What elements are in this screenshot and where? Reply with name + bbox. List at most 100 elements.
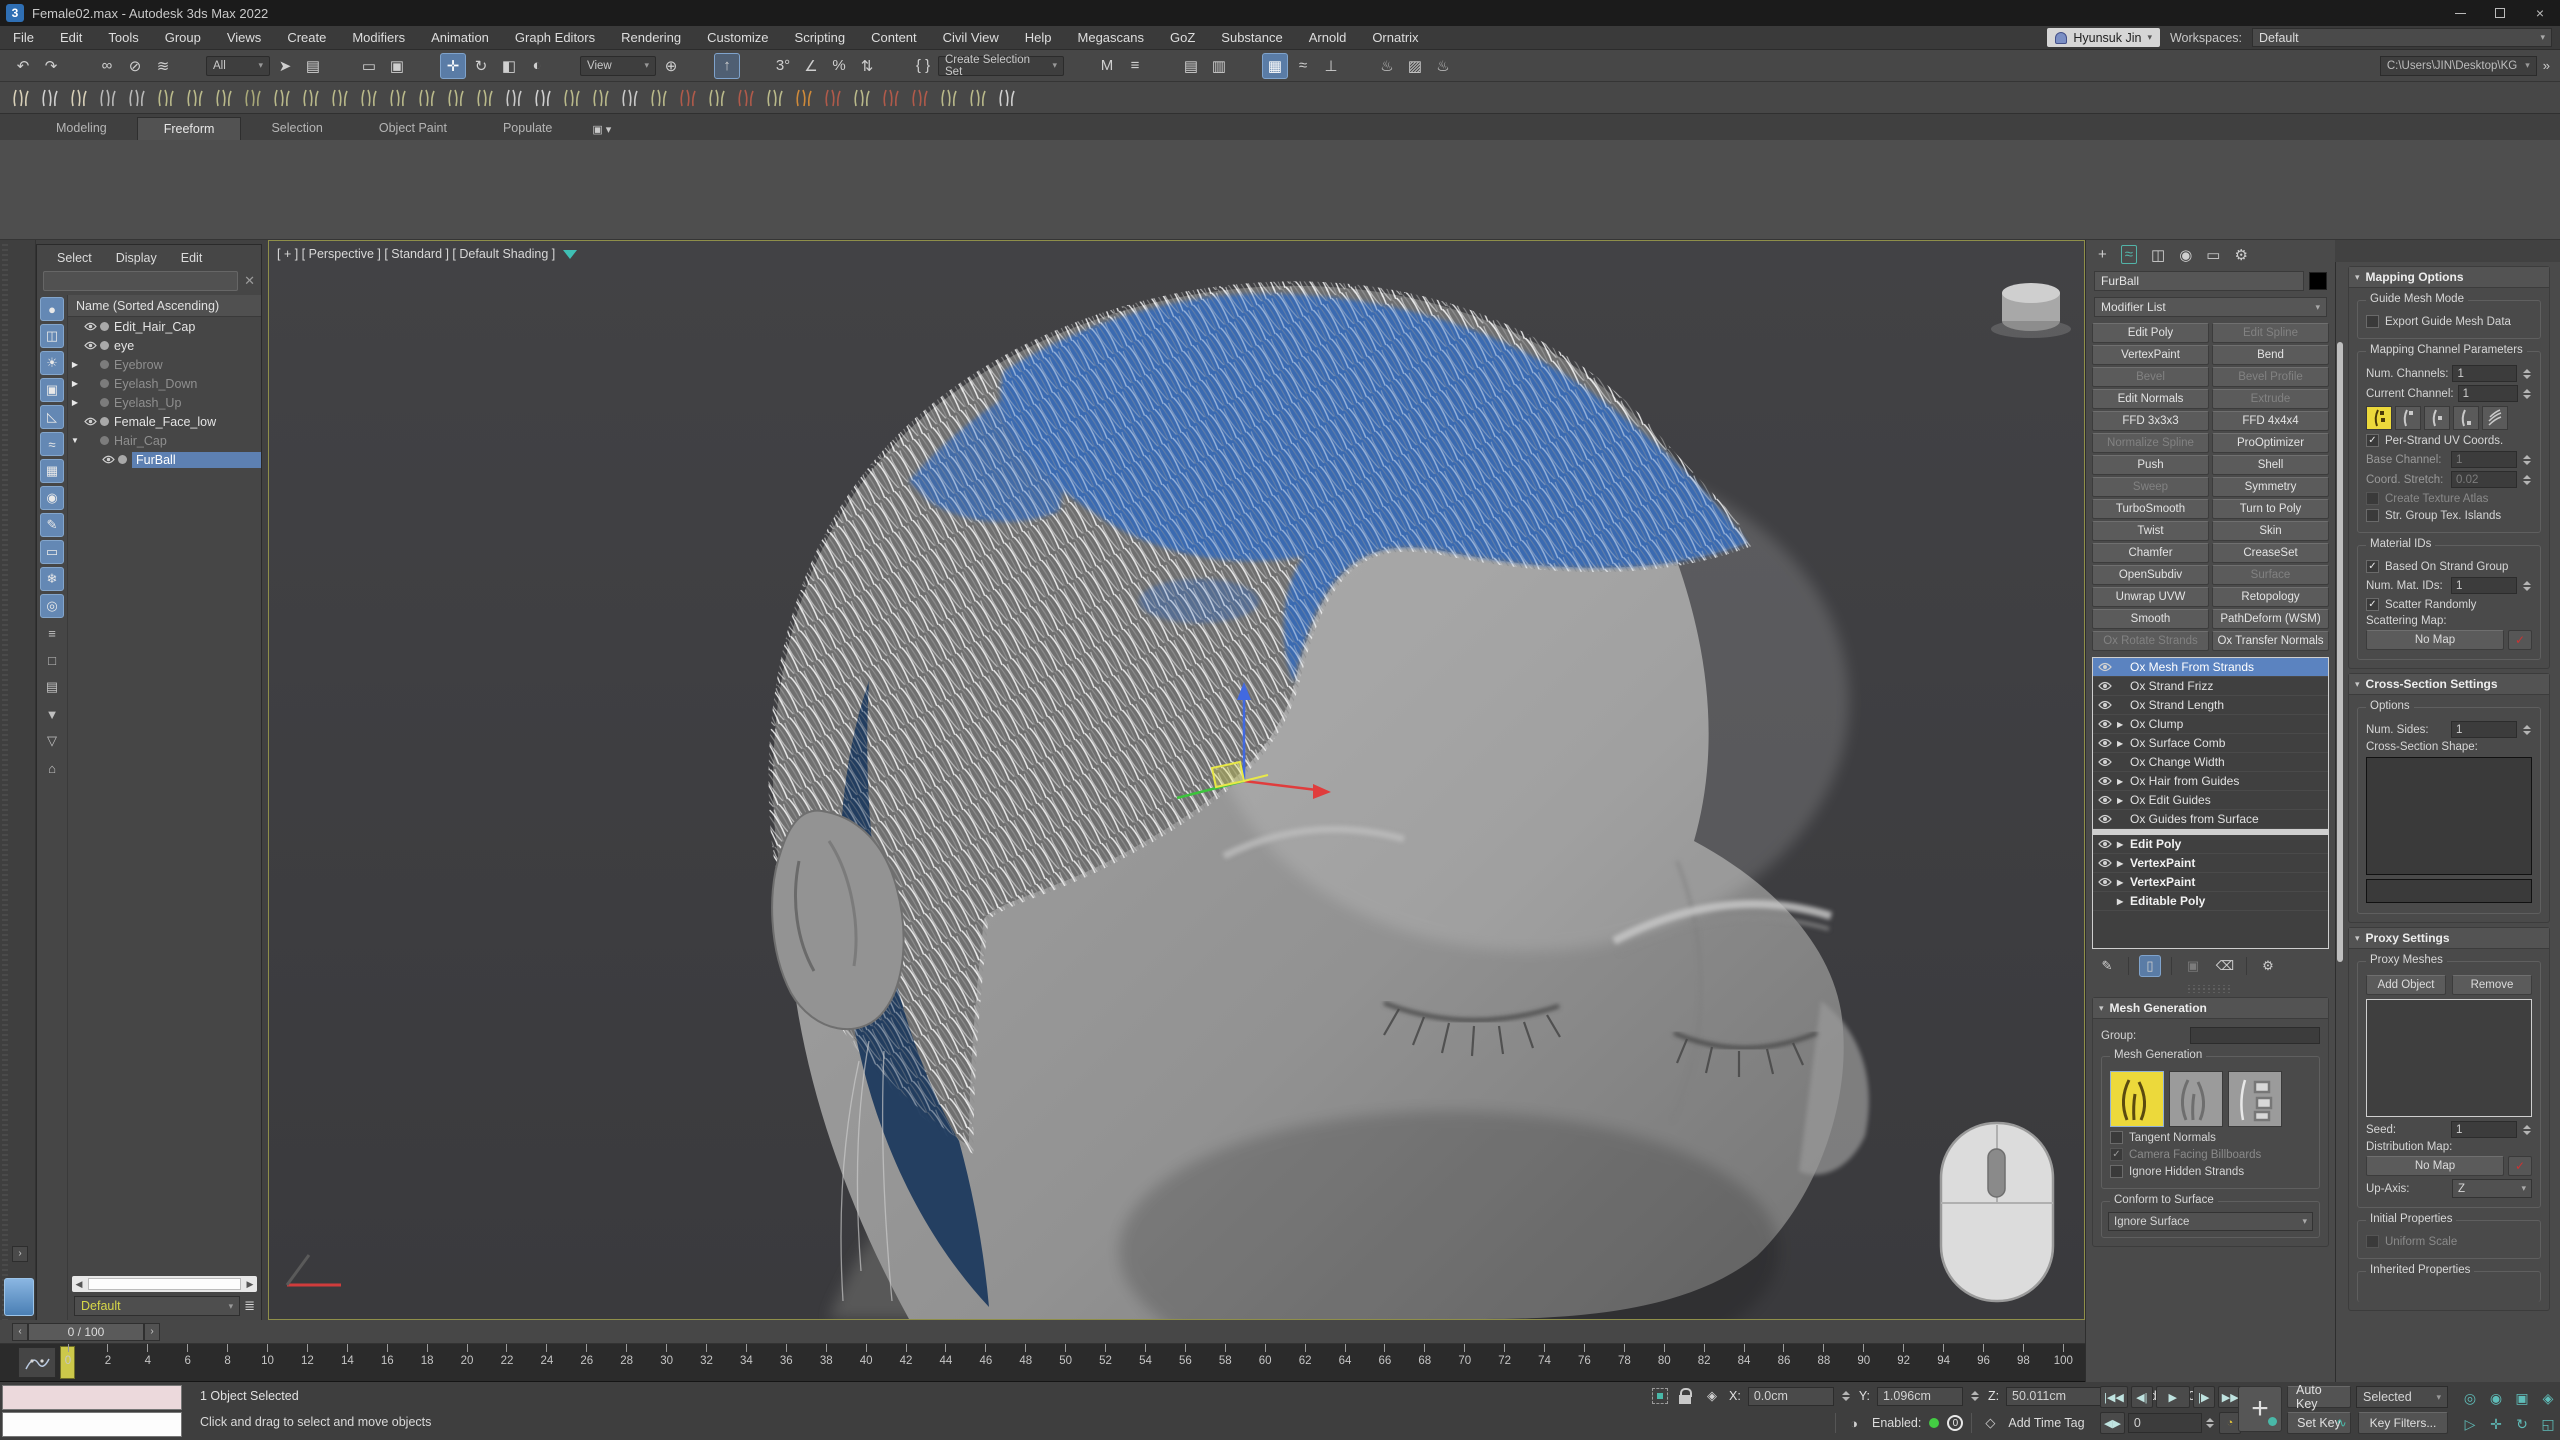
menu-item[interactable]: Help	[1012, 26, 1065, 49]
ornatrix-tool-icon[interactable]	[153, 85, 179, 111]
menu-item[interactable]: Civil View	[930, 26, 1012, 49]
viewport-filter-icon[interactable]	[563, 250, 577, 259]
modifier-eye-icon[interactable]	[2097, 719, 2113, 729]
toolbar-icon[interactable]	[882, 53, 908, 79]
num-channels-field[interactable]: 1	[2452, 365, 2517, 382]
explorer-menu[interactable]: Edit	[171, 249, 213, 267]
object-color-swatch[interactable]	[2309, 272, 2327, 290]
viewport-nav-icon[interactable]: ▣	[2510, 1386, 2534, 1410]
checkbox[interactable]	[2110, 1165, 2123, 1178]
modifier-stack-row[interactable]: ▶ Edit Poly	[2093, 835, 2328, 854]
toolbar-icon[interactable]	[1150, 53, 1176, 79]
explorer-filter-icon[interactable]: ≡	[40, 621, 64, 645]
params-scrollbar[interactable]	[2337, 342, 2343, 962]
ornatrix-tool-icon[interactable]	[704, 85, 730, 111]
modifier-eye-icon[interactable]	[2097, 738, 2113, 748]
modifier-button[interactable]: FFD 4x4x4	[2212, 411, 2329, 431]
modifier-eye-icon[interactable]	[2097, 700, 2113, 710]
maximize-button[interactable]	[2480, 0, 2520, 26]
modifier-button[interactable]: Twist	[2092, 521, 2209, 541]
toolbar-icon[interactable]: ≈	[1290, 53, 1316, 79]
ornatrix-tool-icon[interactable]	[820, 85, 846, 111]
explorer-filter-icon[interactable]: □	[40, 648, 64, 672]
spinner[interactable]	[2521, 1121, 2532, 1138]
toolbar-icon[interactable]: ⊘	[122, 53, 148, 79]
modifier-stack-row[interactable]: ▶ Ox Edit Guides	[2093, 791, 2328, 810]
cross-section-shape-preview[interactable]	[2366, 757, 2532, 875]
modifier-button[interactable]: Sweep	[2092, 477, 2209, 497]
uv-mode-button-2[interactable]	[2395, 406, 2421, 430]
modifier-button[interactable]: OpenSubdiv	[2092, 565, 2209, 585]
modifier-stack-row[interactable]: Ox Strand Frizz	[2093, 677, 2328, 696]
strand-group-islands-check[interactable]: Str. Group Tex. Islands	[2366, 509, 2532, 522]
active-layer-select[interactable]: Default	[74, 1296, 240, 1316]
modifier-button[interactable]: PathDeform (WSM)	[2212, 609, 2329, 629]
per-strand-uv-check[interactable]: Per-Strand UV Coords.	[2366, 434, 2532, 447]
explorer-filter-icon[interactable]: ◉	[40, 486, 64, 510]
menu-item[interactable]: Create	[274, 26, 339, 49]
command-panel-tab[interactable]: ◫	[2151, 246, 2165, 264]
up-axis-dropdown[interactable]: Z	[2452, 1179, 2532, 1198]
num-sides-field[interactable]: 1	[2451, 721, 2517, 738]
ornatrix-tool-icon[interactable]	[211, 85, 237, 111]
ribbon-tab[interactable]: Selection	[245, 117, 348, 140]
export-guide-mesh-check[interactable]: Export Guide Mesh Data	[2366, 315, 2532, 328]
ornatrix-tool-icon[interactable]	[240, 85, 266, 111]
modifier-button[interactable]: Bevel	[2092, 367, 2209, 387]
set-keys-button[interactable]: +	[2238, 1386, 2282, 1432]
scene-object-row[interactable]: FurBall	[68, 450, 261, 469]
modifier-button[interactable]: Edit Spline	[2212, 323, 2329, 343]
create-texture-atlas-check[interactable]: Create Texture Atlas	[2366, 492, 2532, 505]
viewport-nav-icon[interactable]: ▷	[2458, 1412, 2482, 1436]
ribbon-tab[interactable]: Populate	[477, 117, 578, 140]
playback-button[interactable]: |▶	[2193, 1386, 2215, 1408]
explorer-hscrollbar[interactable]: ◀▶	[72, 1276, 257, 1292]
toolbar-icon[interactable]: %	[826, 53, 852, 79]
ornatrix-tool-icon[interactable]	[269, 85, 295, 111]
modifier-button[interactable]: Turn to Poly	[2212, 499, 2329, 519]
spinner[interactable]	[2521, 365, 2532, 382]
based-on-strand-group-check[interactable]: Based On Strand Group	[2366, 560, 2532, 573]
spinner[interactable]	[1841, 1388, 1852, 1405]
explorer-filter-icon[interactable]: ▣	[40, 378, 64, 402]
modifier-stack-row[interactable]: ▶ Ox Hair from Guides	[2093, 772, 2328, 791]
scene-object-row[interactable]: ▶ Eyebrow	[68, 355, 261, 374]
toolbar-icon[interactable]: View	[580, 56, 656, 76]
viewport-nav-icon[interactable]: ↻	[2510, 1412, 2534, 1436]
menu-item[interactable]: Group	[152, 26, 214, 49]
toolbar-icon[interactable]	[1066, 53, 1092, 79]
command-panel-tab[interactable]: ≈	[2121, 245, 2137, 264]
maxscript-mini-listener[interactable]	[2, 1385, 182, 1437]
toolbar-icon[interactable]: All	[206, 56, 270, 76]
menu-item[interactable]: Content	[858, 26, 930, 49]
ornatrix-tool-icon[interactable]	[327, 85, 353, 111]
menu-item[interactable]: Tools	[95, 26, 151, 49]
playback-button[interactable]: ▶	[2156, 1386, 2190, 1408]
absolute-mode-icon[interactable]: ◈	[1702, 1386, 1722, 1406]
modifier-eye-icon[interactable]	[2097, 877, 2113, 887]
toolbar-icon[interactable]: ▭	[356, 53, 382, 79]
toolbar-overflow-icon[interactable]: »	[2543, 58, 2550, 73]
next-frame-button[interactable]: ›	[144, 1323, 160, 1341]
ornatrix-tool-icon[interactable]	[8, 85, 34, 111]
modifier-eye-icon[interactable]	[2097, 776, 2113, 786]
modifier-eye-icon[interactable]	[2097, 896, 2113, 906]
modifier-button[interactable]: Push	[2092, 455, 2209, 475]
modifier-stack-row[interactable]: Ox Strand Length	[2093, 696, 2328, 715]
toolbar-icon[interactable]: M	[1094, 53, 1120, 79]
menu-item[interactable]: GoZ	[1157, 26, 1208, 49]
dock-expand-button[interactable]: ›	[12, 1246, 28, 1262]
menu-item[interactable]: Modifiers	[339, 26, 418, 49]
workspace-select[interactable]: Default▾	[2252, 28, 2552, 47]
modifier-stack-row[interactable]: ▶ Editable Poly	[2093, 892, 2328, 911]
visibility-eye-icon[interactable]	[83, 417, 97, 426]
rollout-title[interactable]: Proxy Settings	[2349, 928, 2549, 949]
modifier-button[interactable]: VertexPaint	[2092, 345, 2209, 365]
scattering-map-button[interactable]: No Map	[2366, 630, 2504, 650]
base-channel-field[interactable]: 1	[2451, 451, 2517, 468]
distribution-map-toggle[interactable]: ✓	[2508, 1156, 2532, 1176]
visibility-eye-icon[interactable]	[83, 436, 97, 445]
time-slider[interactable]: 0 / 100	[28, 1323, 144, 1341]
explorer-filter-icon[interactable]: ◺	[40, 405, 64, 429]
modifier-button[interactable]: TurboSmooth	[2092, 499, 2209, 519]
